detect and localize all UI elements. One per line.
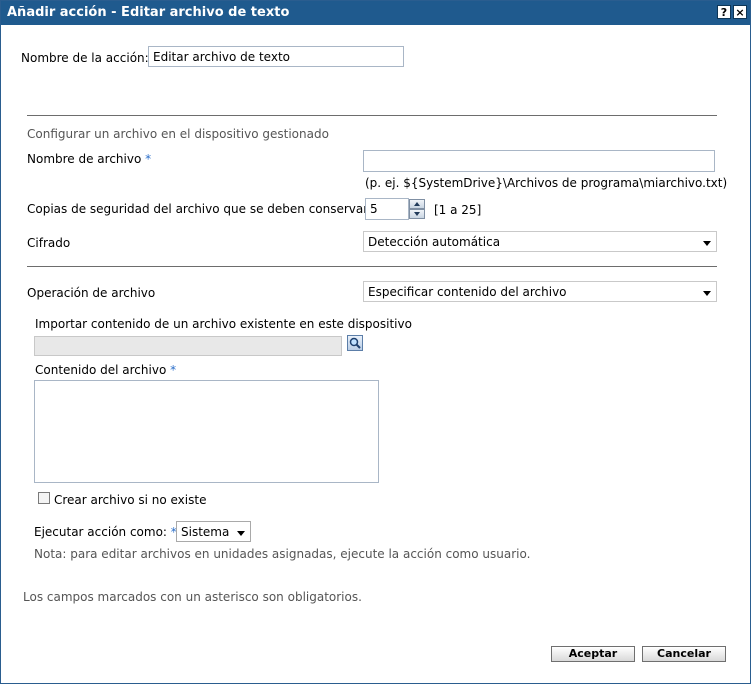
divider-top — [27, 115, 717, 116]
create-if-missing-label: Crear archivo si no existe — [54, 493, 207, 507]
action-name-label: Nombre de la acción: — [21, 51, 149, 65]
encoding-label: Cifrado — [27, 236, 71, 250]
search-icon — [349, 337, 361, 349]
encoding-selected: Detección automática — [368, 235, 501, 249]
ok-button[interactable]: Aceptar — [551, 646, 635, 662]
dialog-title: Añadir acción - Editar archivo de texto — [7, 5, 290, 20]
contents-label: Contenido del archivo * — [35, 363, 177, 377]
create-if-missing-checkbox[interactable] — [38, 492, 50, 504]
import-label: Importar contenido de un archivo existen… — [35, 317, 412, 331]
run-as-note: Nota: para editar archivos en unidades a… — [34, 547, 531, 561]
file-operation-select[interactable]: Especificar contenido del archivo — [363, 281, 717, 302]
spin-up-button[interactable] — [409, 199, 425, 209]
title-bar[interactable]: Añadir acción - Editar archivo de texto … — [1, 1, 750, 25]
file-operation-selected: Especificar contenido del archivo — [368, 285, 567, 299]
close-button[interactable]: × — [733, 5, 747, 19]
backups-label: Copias de seguridad del archivo que se d… — [27, 202, 369, 216]
run-as-selected: Sistema — [181, 525, 230, 539]
arrow-up-icon — [414, 202, 420, 206]
backups-input[interactable] — [365, 198, 409, 220]
chevron-down-icon — [703, 291, 711, 296]
file-operation-label: Operación de archivo — [27, 286, 156, 300]
chevron-down-icon — [237, 531, 245, 536]
dialog-window: Añadir acción - Editar archivo de texto … — [0, 0, 751, 684]
import-path-input[interactable] — [34, 336, 342, 356]
chevron-down-icon — [703, 241, 711, 246]
required-fields-note: Los campos marcados con un asterisco son… — [23, 590, 362, 604]
browse-button[interactable] — [347, 335, 363, 351]
file-name-hint: (p. ej. ${SystemDrive}\Archivos de progr… — [365, 176, 728, 190]
cancel-button[interactable]: Cancelar — [642, 646, 726, 662]
section-title: Configurar un archivo en el dispositivo … — [27, 127, 329, 141]
file-name-input[interactable] — [363, 150, 715, 172]
contents-textarea[interactable] — [34, 380, 379, 483]
divider-middle — [27, 266, 717, 267]
run-as-label: Ejecutar acción como: * — [34, 525, 177, 539]
backups-range: [1 a 25] — [434, 203, 482, 217]
arrow-down-icon — [414, 212, 420, 216]
file-name-label: Nombre de archivo * — [27, 152, 152, 166]
spin-down-button[interactable] — [409, 209, 425, 219]
action-name-input[interactable] — [148, 46, 404, 67]
help-button[interactable]: ? — [717, 5, 731, 19]
encoding-select[interactable]: Detección automática — [363, 231, 717, 252]
run-as-select[interactable]: Sistema — [176, 521, 251, 542]
